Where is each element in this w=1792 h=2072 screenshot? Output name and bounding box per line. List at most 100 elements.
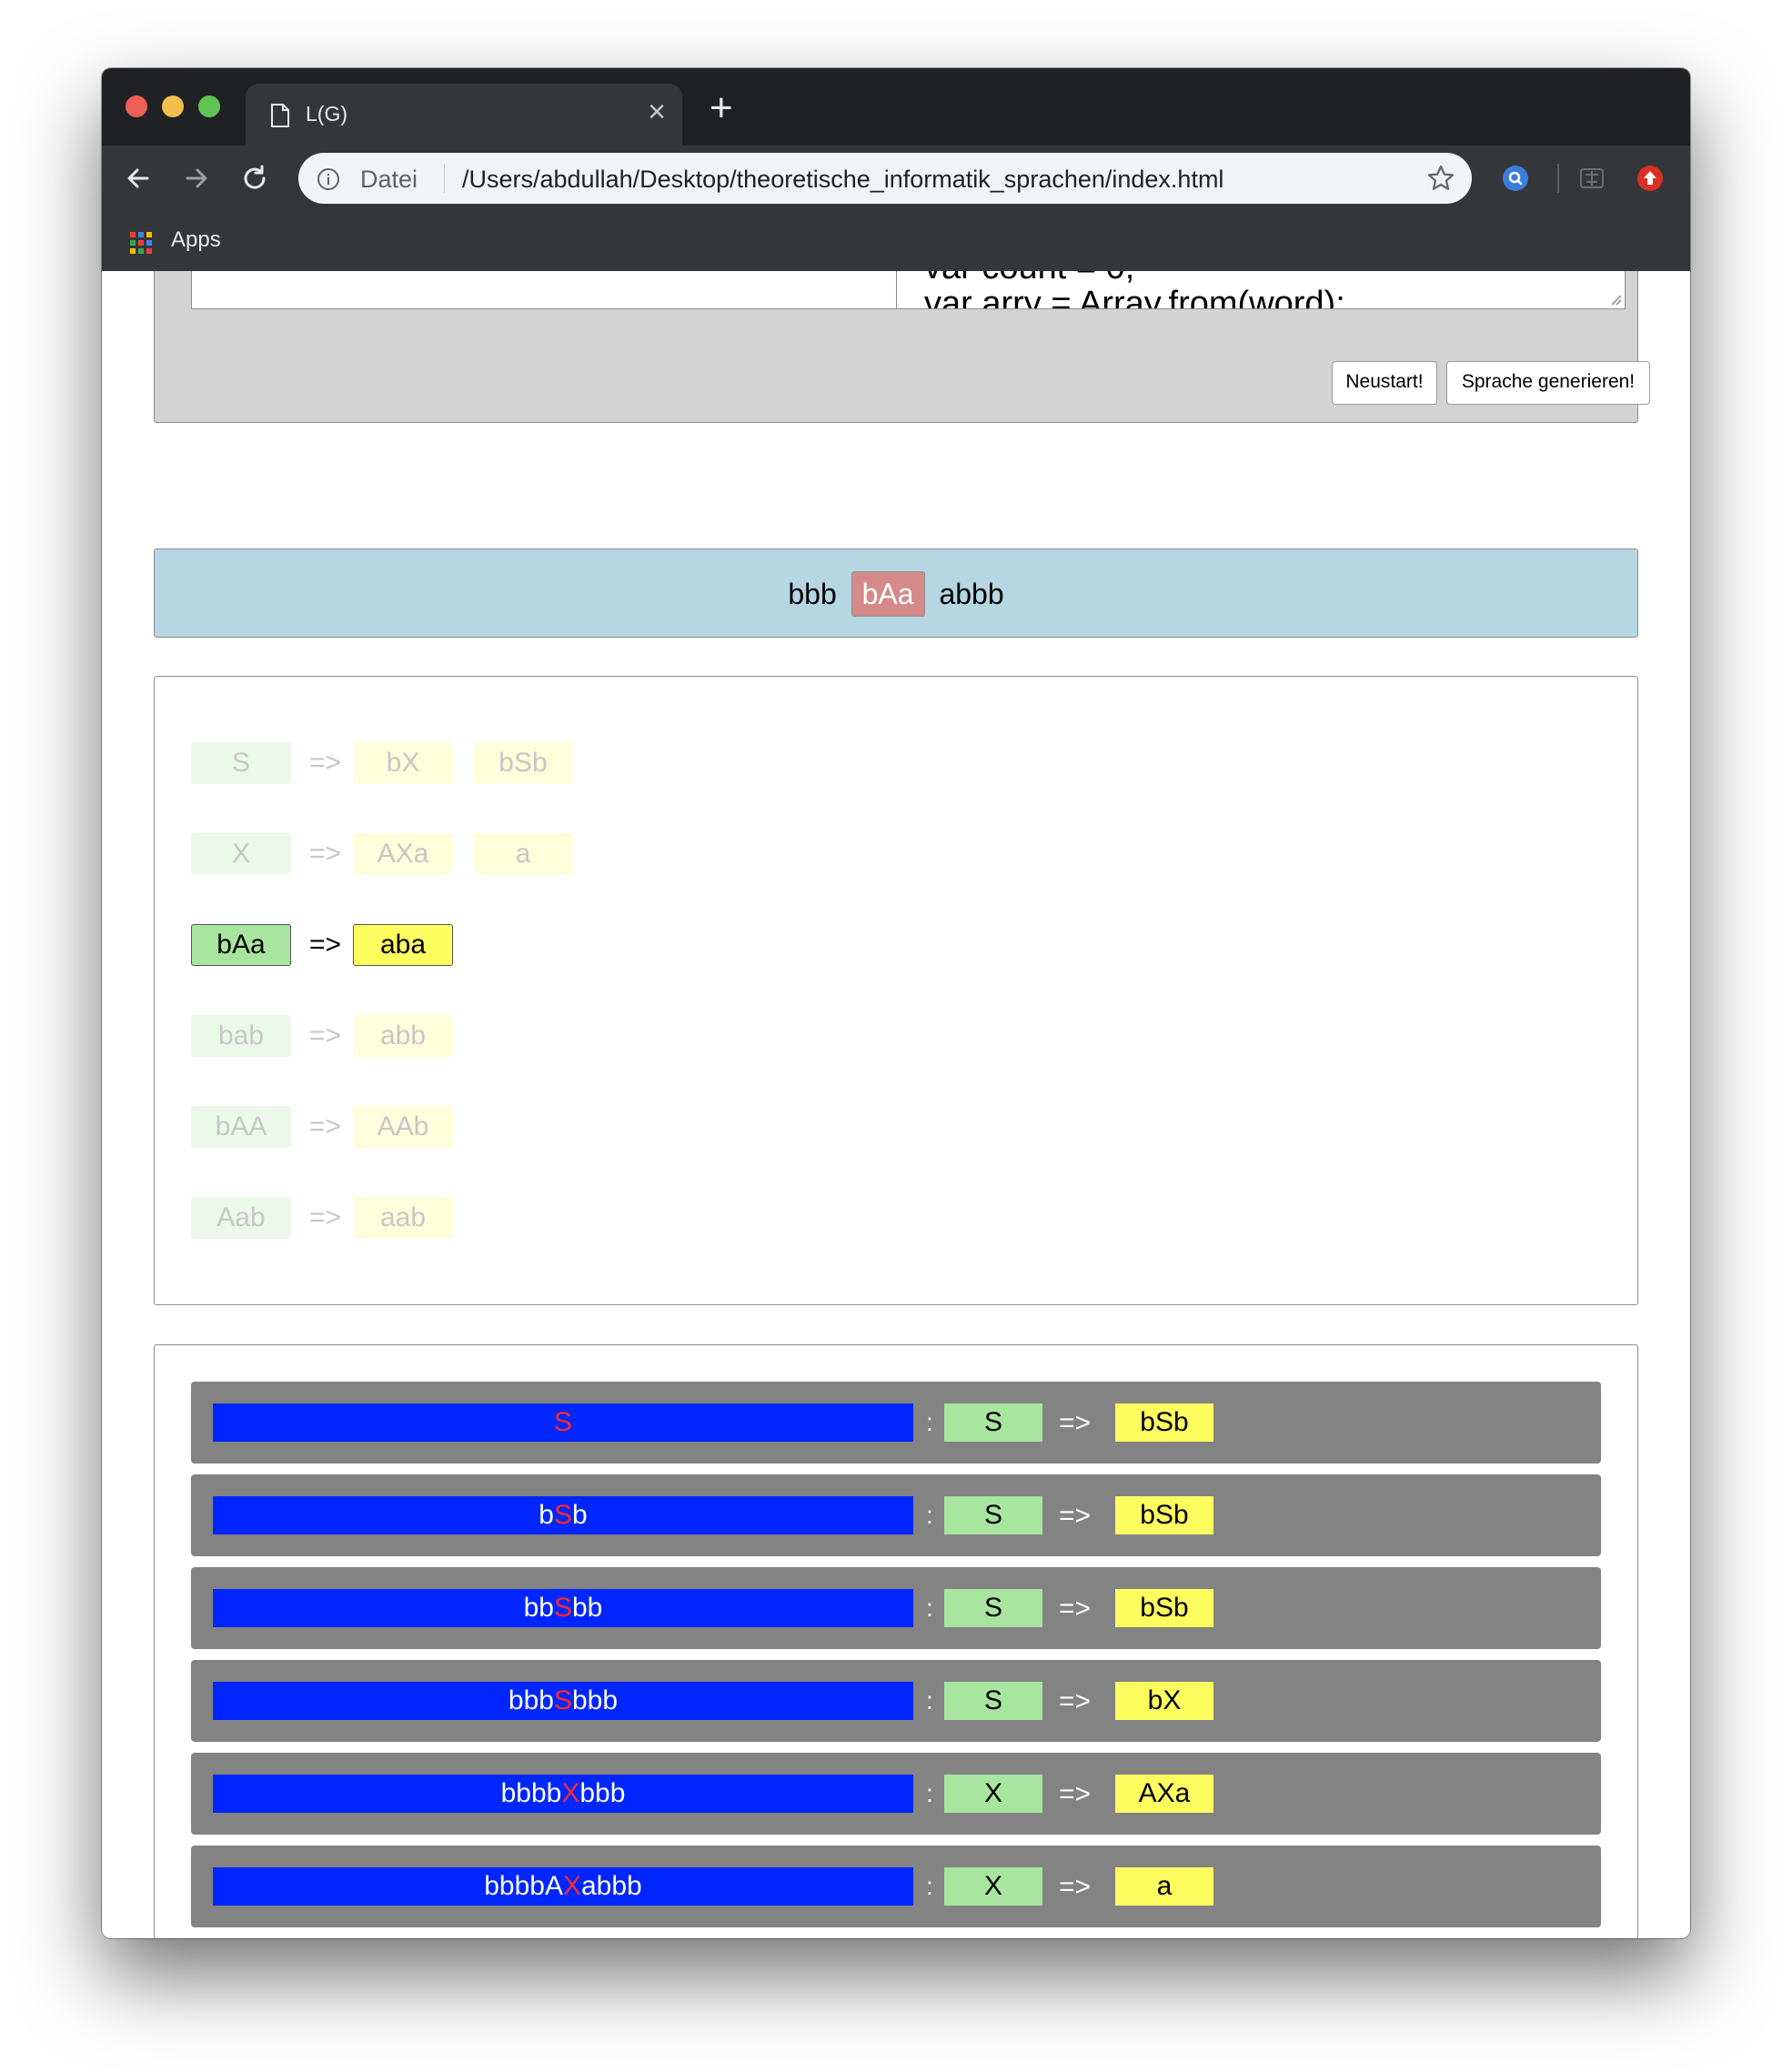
current-word-panel: bbb bAa abbb <box>154 548 1638 638</box>
tab-close-icon[interactable]: × <box>648 96 666 127</box>
history-word: bSb <box>213 1496 913 1534</box>
history-rule-left: X <box>944 1775 1042 1813</box>
replaced-variable: S <box>553 1500 572 1530</box>
rule-left-side: bab <box>191 1015 291 1057</box>
replaced-variable: X <box>562 1871 581 1901</box>
rule-right-side[interactable]: AAb <box>353 1106 453 1148</box>
reload-icon[interactable] <box>238 162 271 195</box>
rule-right-side[interactable]: aab <box>353 1197 453 1239</box>
forward-arrow-icon[interactable] <box>180 162 213 195</box>
history-rule-right: bSb <box>1115 1403 1213 1442</box>
back-arrow-icon[interactable] <box>122 162 155 195</box>
history-arrow: => <box>1059 1594 1092 1624</box>
history-rule-right: AXa <box>1115 1775 1213 1813</box>
history-colon: : <box>926 1686 933 1715</box>
title-bar: L(G) × + <box>102 68 1690 146</box>
history-colon: : <box>926 1779 933 1807</box>
generate-language-button[interactable]: Sprache generieren! <box>1446 361 1650 405</box>
grammar-input-panel: var count = 0; var arry = Array.from(wor… <box>154 271 1650 423</box>
derivation-history-panel: S : S => bSb bSb : S => bSb bbSbb : S =>… <box>154 1344 1638 1938</box>
history-colon: : <box>926 1501 933 1529</box>
grammar-textarea[interactable] <box>191 271 898 309</box>
rule-right-side[interactable]: aba <box>353 924 453 966</box>
browser-toolbar: Datei /Users/abdullah/Desktop/theoretisc… <box>102 146 1690 211</box>
rule-arrow: => <box>309 839 342 869</box>
history-rule-right: bSb <box>1115 1589 1213 1627</box>
apps-bookmark-label[interactable]: Apps <box>171 227 221 253</box>
rule-left-side: S <box>191 742 291 784</box>
history-arrow: => <box>1059 1779 1092 1809</box>
apps-grid-icon[interactable] <box>129 231 153 255</box>
info-icon[interactable] <box>317 167 340 191</box>
history-rule-right: a <box>1115 1867 1213 1906</box>
history-colon: : <box>926 1872 933 1900</box>
history-row: bbSbb : S => bSb <box>191 1567 1601 1649</box>
history-row: bbbSbbb : S => bX <box>191 1660 1601 1742</box>
new-tab-button[interactable]: + <box>710 88 733 128</box>
history-row: S : S => bSb <box>191 1382 1601 1463</box>
rule-right-side[interactable]: bSb <box>473 742 573 784</box>
word-part: b <box>572 1500 588 1530</box>
history-word: bbbbXbbb <box>213 1775 913 1813</box>
url-scheme-label: Datei <box>360 166 418 193</box>
history-arrow: => <box>1059 1872 1092 1902</box>
bookmark-star-icon[interactable] <box>1426 164 1455 193</box>
history-rule-left: S <box>944 1496 1042 1534</box>
zoom-window-button[interactable] <box>198 96 220 117</box>
history-rule-left: X <box>944 1867 1042 1906</box>
history-colon: : <box>926 1594 933 1622</box>
rule-left-side: bAa <box>191 924 291 966</box>
rule-right-side[interactable]: AXa <box>353 833 453 875</box>
word-part: bbb <box>508 1685 554 1715</box>
rule-left-side: X <box>191 833 291 875</box>
page-content: var count = 0; var arry = Array.from(wor… <box>102 271 1690 1938</box>
history-rule-left: S <box>944 1403 1042 1442</box>
current-word: bbb bAa abbb <box>155 571 1637 617</box>
word-part: abbb <box>581 1871 642 1901</box>
address-bar[interactable]: Datei /Users/abdullah/Desktop/theoretisc… <box>298 153 1472 204</box>
url-text[interactable]: /Users/abdullah/Desktop/theoretische_inf… <box>462 166 1223 194</box>
close-window-button[interactable] <box>126 96 147 117</box>
history-arrow: => <box>1059 1408 1092 1438</box>
replaced-variable: S <box>553 1685 572 1715</box>
resize-grip-icon[interactable] <box>1609 293 1622 306</box>
history-rule-left: S <box>944 1589 1042 1627</box>
minimize-window-button[interactable] <box>162 96 184 117</box>
rule-arrow: => <box>309 1021 342 1051</box>
history-row: bbbbAXabbb : X => a <box>191 1846 1601 1927</box>
rule-right-side[interactable]: abb <box>353 1015 453 1057</box>
word-part: b <box>539 1500 554 1530</box>
history-arrow: => <box>1059 1501 1092 1531</box>
rule-right-side[interactable]: bX <box>353 742 453 784</box>
browser-window: L(G) × + Datei /Users/abdullah/Desktop/t… <box>102 68 1690 1938</box>
rule-arrow: => <box>309 930 342 960</box>
url-separator <box>444 164 445 193</box>
word-part: bb <box>523 1593 554 1623</box>
tab-title: L(G) <box>306 102 347 126</box>
replaced-variable: X <box>561 1778 580 1808</box>
word-part: bbb <box>572 1685 619 1715</box>
history-word: bbbbAXabbb <box>213 1867 913 1906</box>
rule-right-side[interactable]: a <box>473 833 573 875</box>
extension-upload-icon[interactable] <box>1636 164 1665 193</box>
extension-search-icon[interactable] <box>1501 164 1530 193</box>
history-word: bbbSbbb <box>213 1682 913 1720</box>
code-textarea[interactable]: var count = 0; var arry = Array.from(wor… <box>896 271 1626 309</box>
history-rule-left: S <box>944 1682 1042 1720</box>
extension-translate-icon[interactable] <box>1577 164 1606 193</box>
history-row: bSb : S => bSb <box>191 1474 1601 1556</box>
history-row: bbbbXbbb : X => AXa <box>191 1753 1601 1835</box>
rule-left-side: bAA <box>191 1106 291 1148</box>
replaced-variable: S <box>553 1593 572 1623</box>
rules-panel: S => bX bSb X => AXa a bAa => aba bab =>… <box>154 676 1638 1305</box>
rule-left-side: Aab <box>191 1197 291 1239</box>
document-icon <box>271 104 289 127</box>
history-word: bbSbb <box>213 1589 913 1627</box>
history-rule-right: bX <box>1115 1682 1213 1720</box>
word-prefix: bbb <box>788 577 837 610</box>
history-rule-right: bSb <box>1115 1496 1213 1534</box>
word-suffix: abbb <box>939 577 1004 610</box>
restart-button[interactable]: Neustart! <box>1332 361 1437 405</box>
rule-arrow: => <box>309 1111 342 1142</box>
browser-tab[interactable]: L(G) × <box>246 84 682 146</box>
